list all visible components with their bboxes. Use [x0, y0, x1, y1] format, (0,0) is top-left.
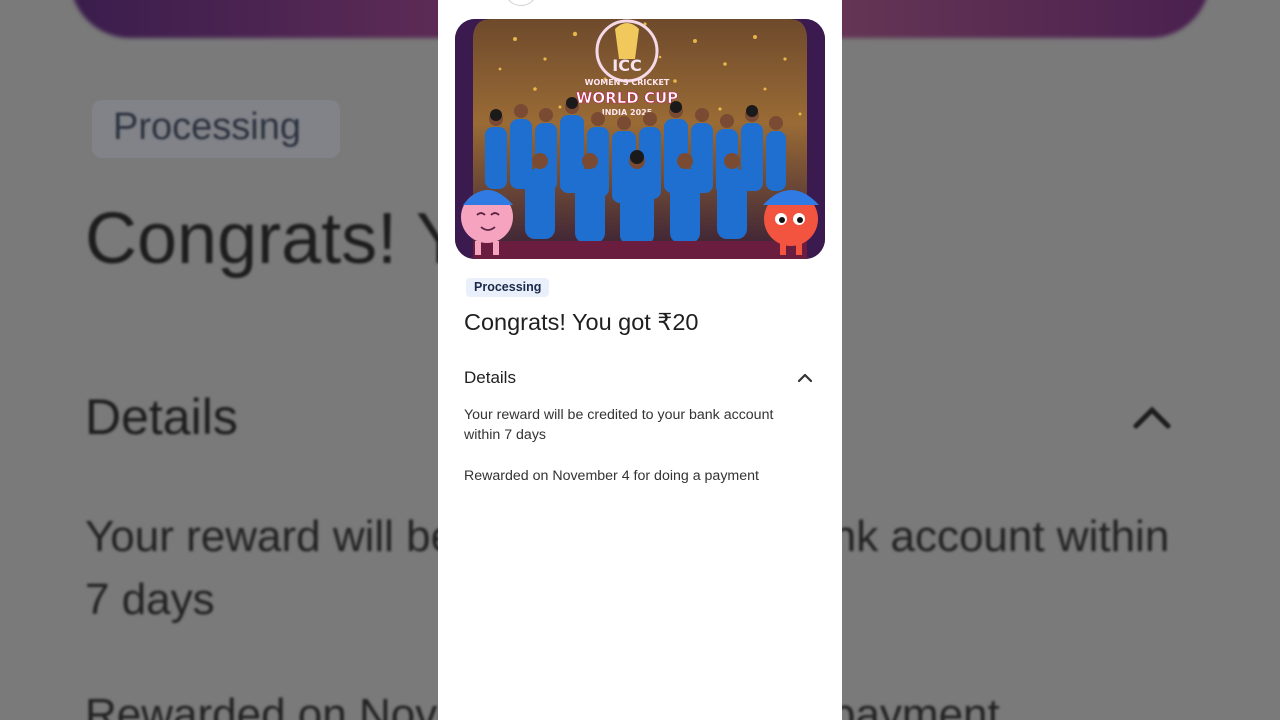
- logo-worldcup-text: WORLD CUP: [576, 89, 678, 107]
- details-toggle[interactable]: Details: [464, 364, 814, 392]
- chevron-up-icon[interactable]: [796, 369, 814, 387]
- reward-title: Congrats! You got ₹20: [464, 309, 699, 335]
- logo-icc-text: ICC: [612, 56, 641, 75]
- rewarded-note: Rewarded on November 4 for doing a payme…: [464, 468, 759, 484]
- logo-event-text: WOMEN'S CRICKET: [585, 78, 670, 87]
- background-status-text: Processing: [113, 106, 301, 148]
- background-chevron-up-icon: [1133, 406, 1171, 429]
- status-badge: Processing: [466, 278, 550, 297]
- details-label: Details: [464, 368, 516, 387]
- reward-detail-screen: ICC WOMEN'S CRICKET WORLD CUP INDIA 2025: [438, 0, 842, 720]
- avatar-icon[interactable]: [504, 0, 538, 6]
- reward-hero-image: ICC WOMEN'S CRICKET WORLD CUP INDIA 2025: [455, 19, 825, 259]
- team-celebration-illustration: ICC WOMEN'S CRICKET WORLD CUP INDIA 2025: [455, 19, 825, 259]
- background-details-label: Details: [85, 389, 238, 445]
- credit-note: Your reward will be credited to your ban…: [464, 407, 774, 443]
